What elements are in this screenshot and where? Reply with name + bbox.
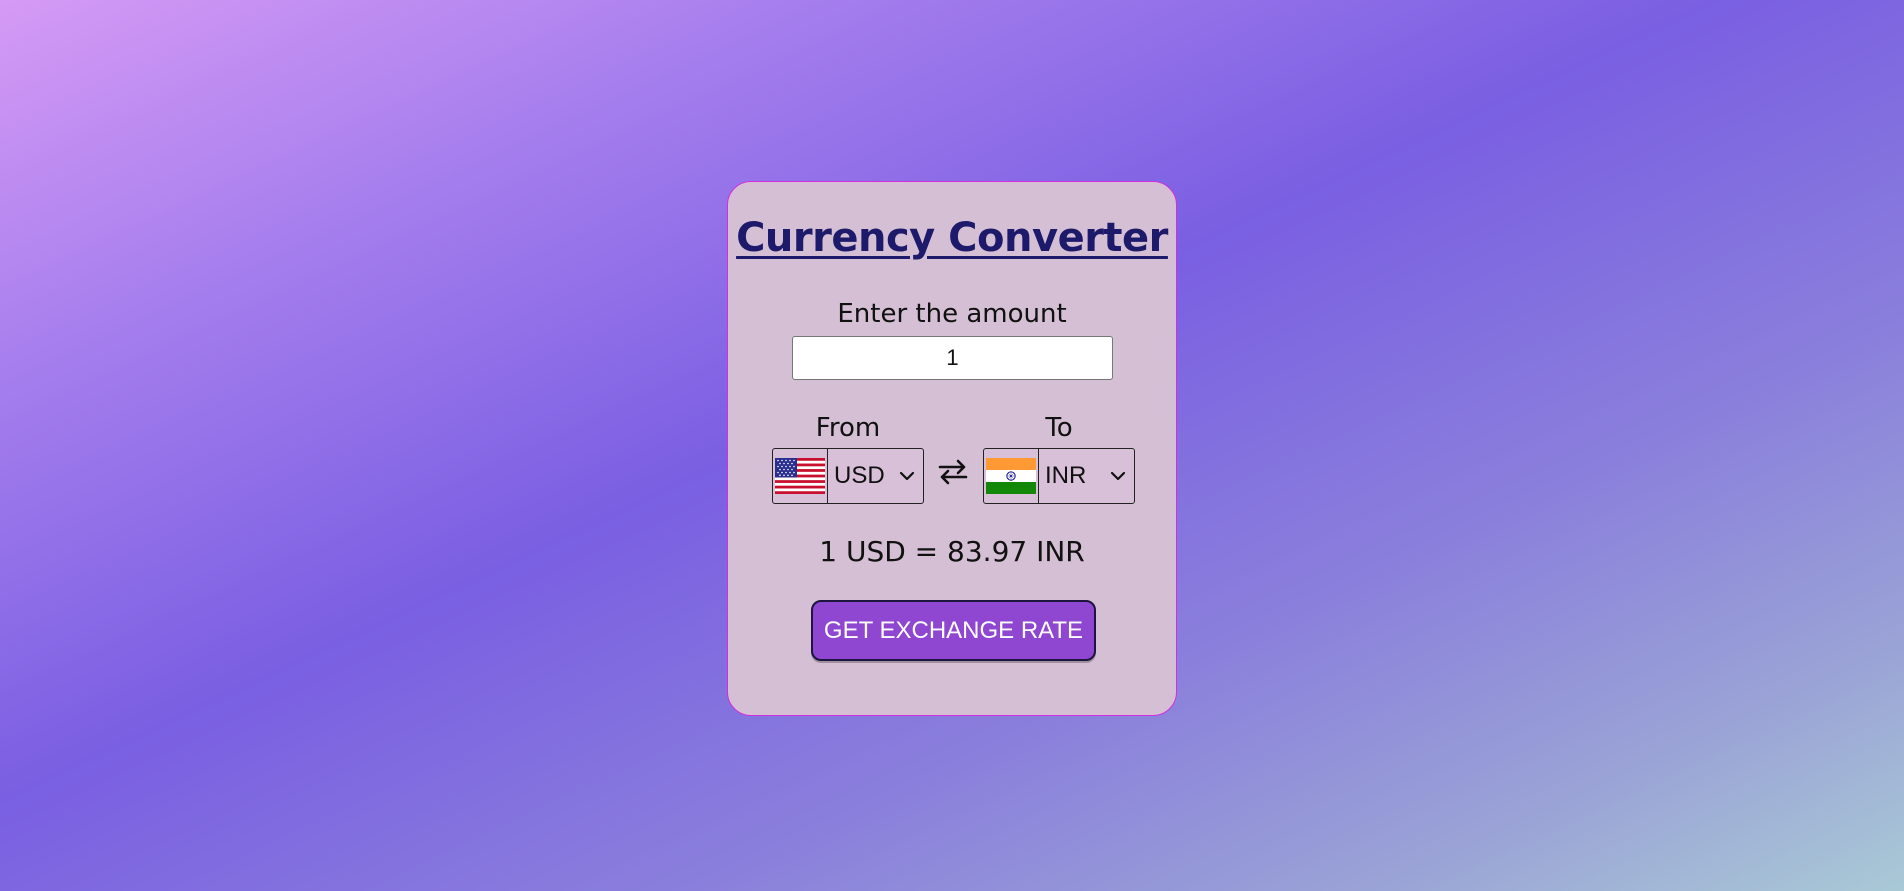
us-flag-icon bbox=[773, 449, 828, 503]
chevron-down-icon bbox=[899, 471, 915, 481]
from-currency-select[interactable]: USD bbox=[772, 448, 924, 504]
india-flag-icon bbox=[984, 449, 1039, 503]
to-label: To bbox=[1045, 413, 1073, 443]
page-title: Currency Converter bbox=[736, 215, 1168, 261]
from-label: From bbox=[815, 413, 881, 443]
from-currency-value[interactable]: USD bbox=[828, 449, 923, 503]
to-currency-select[interactable]: INR bbox=[983, 448, 1135, 504]
exchange-rate-result: 1 USD = 83.97 INR bbox=[819, 535, 1085, 568]
get-exchange-rate-button[interactable]: GET EXCHANGE RATE bbox=[811, 600, 1096, 661]
amount-input[interactable] bbox=[792, 336, 1113, 380]
to-currency-value[interactable]: INR bbox=[1039, 449, 1134, 503]
from-currency-code: USD bbox=[834, 462, 885, 489]
chevron-down-icon bbox=[1110, 471, 1126, 481]
swap-arrows-icon[interactable] bbox=[933, 452, 973, 492]
amount-label: Enter the amount bbox=[837, 299, 1067, 329]
to-currency-code: INR bbox=[1045, 462, 1087, 489]
converter-card: Currency Converter Enter the amount From… bbox=[727, 181, 1177, 716]
